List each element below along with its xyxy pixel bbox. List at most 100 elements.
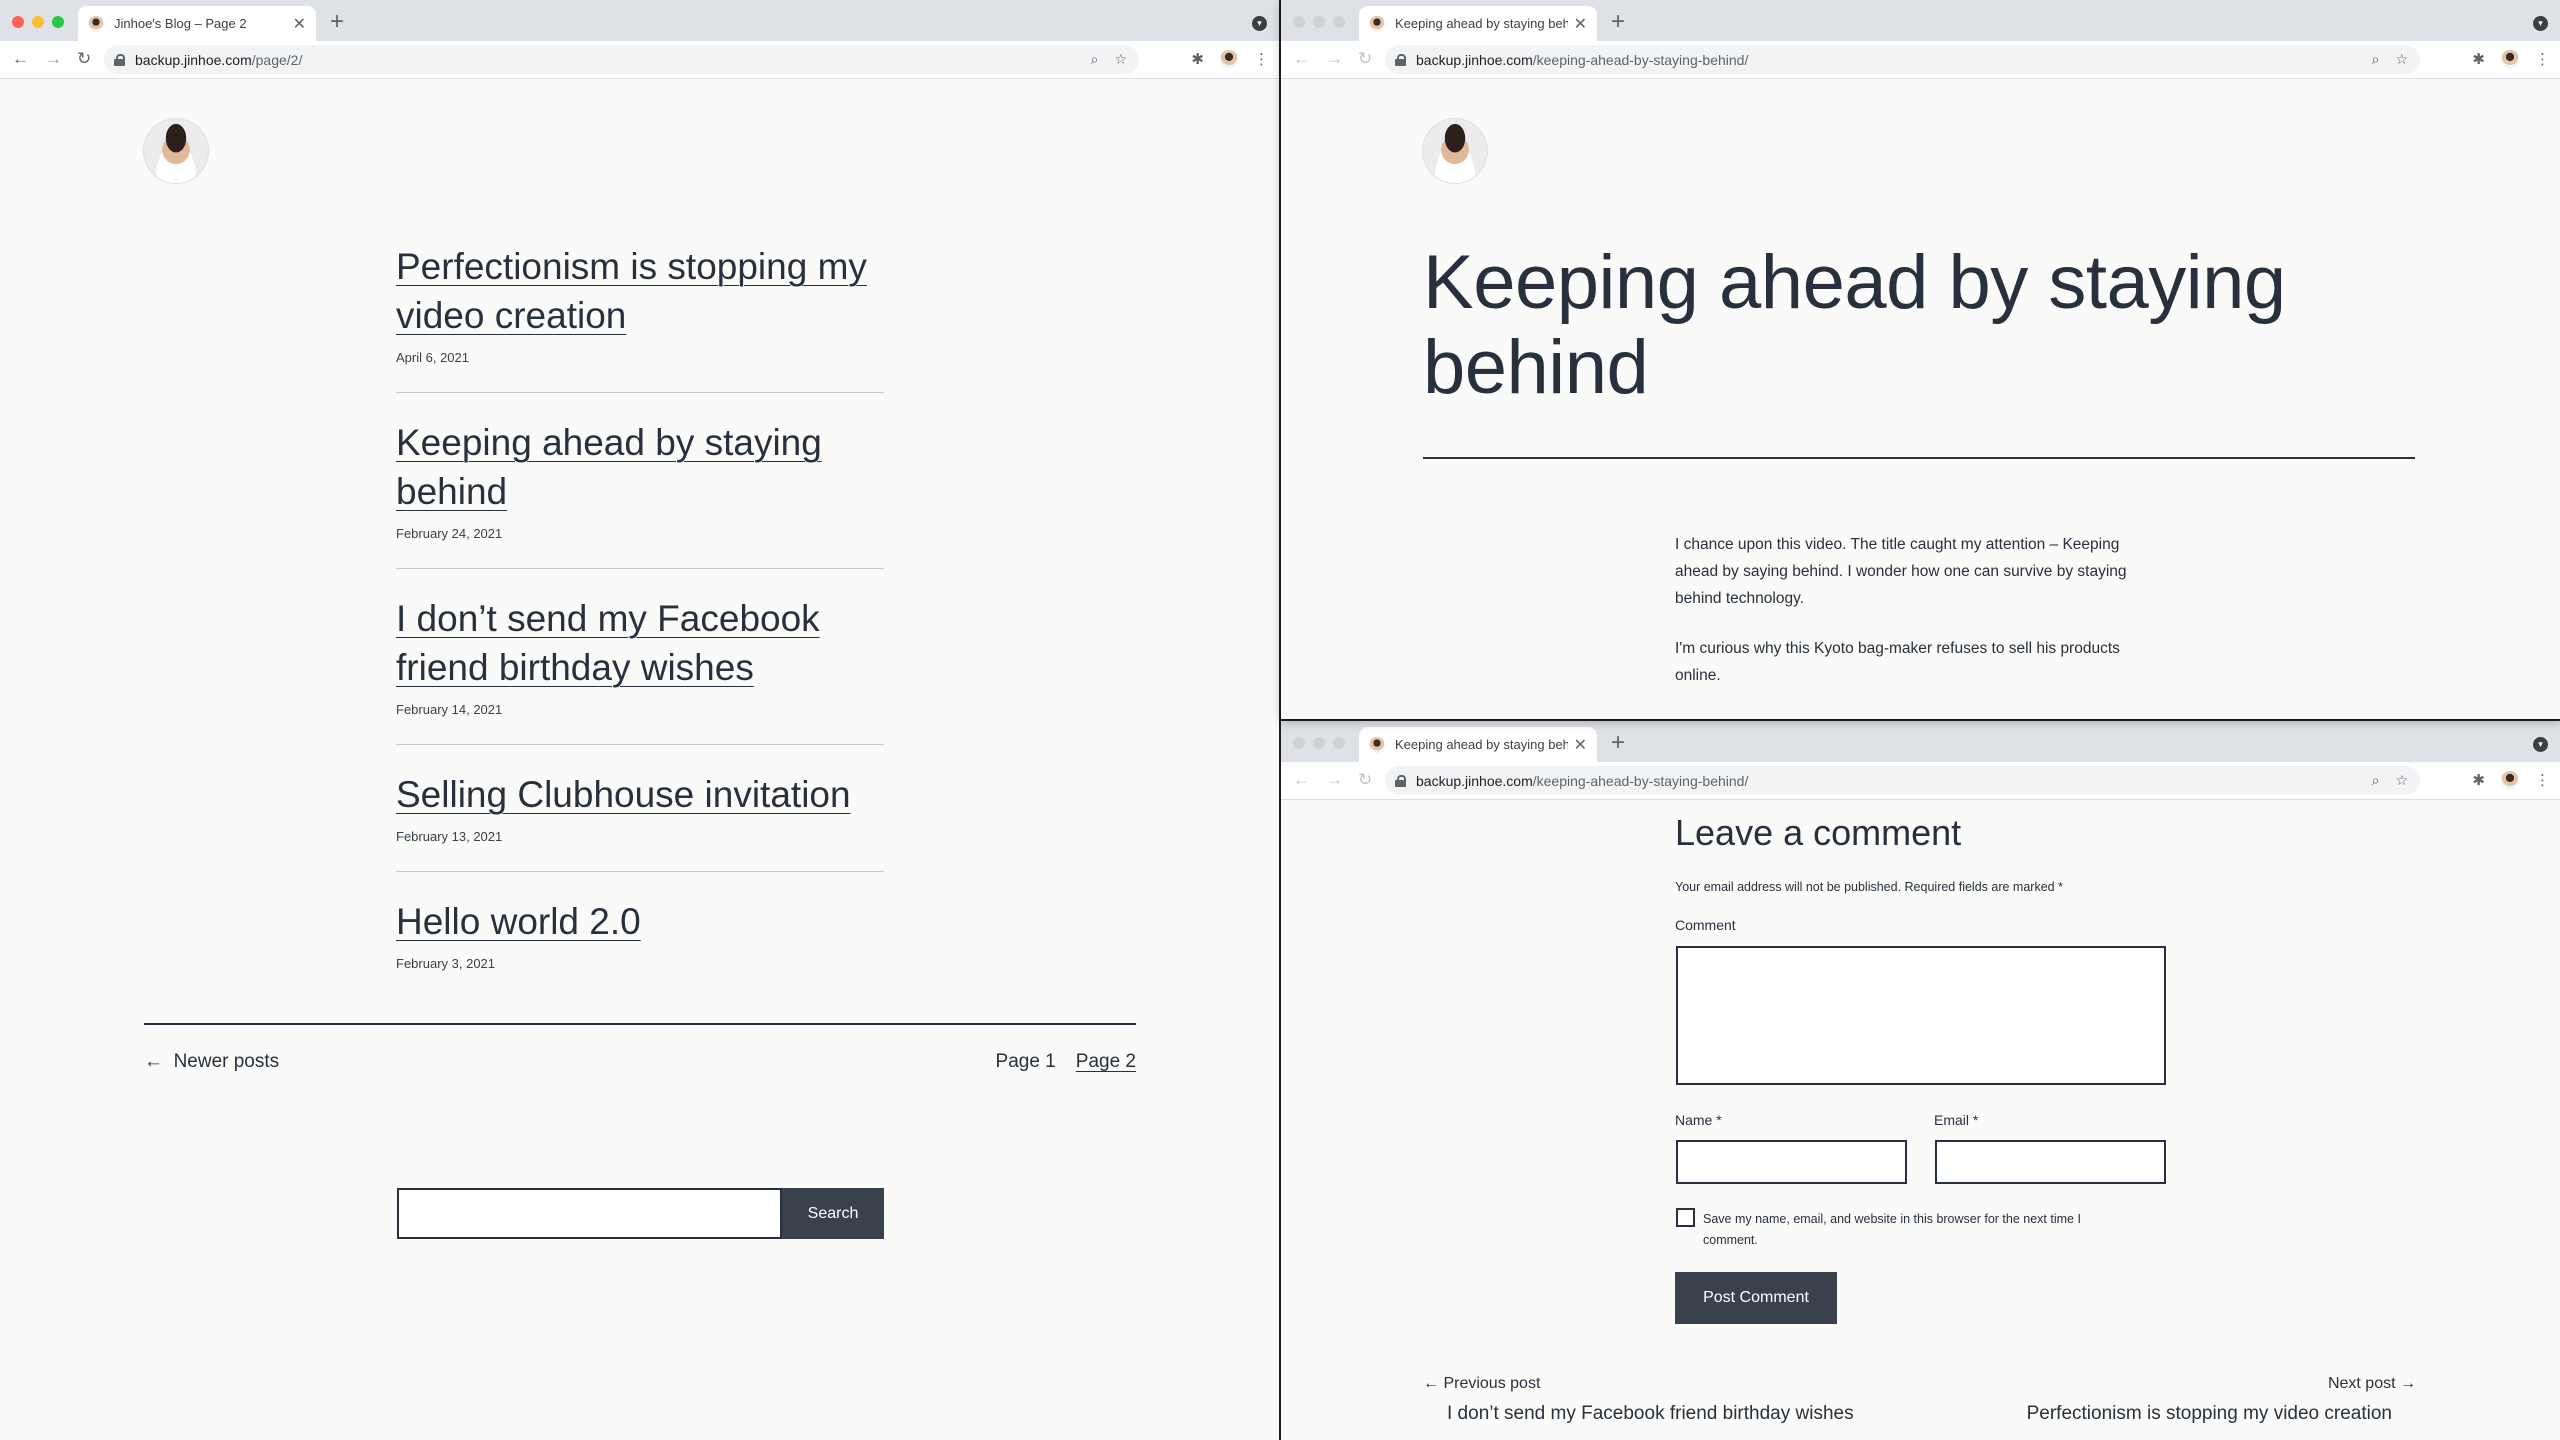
new-tab-icon[interactable]: + [1611,729,1625,757]
previous-post-link[interactable]: I don’t send my Facebook friend birthday… [1447,1403,1854,1425]
tab-strip: Keeping ahead by staying beh ✕ + ▾ [1281,0,2560,41]
forward-icon[interactable]: → [1326,770,1343,790]
tab-search-icon[interactable]: ▾ [2533,737,2548,752]
bookmark-star-icon[interactable]: ☆ [1114,51,1127,68]
close-window-button[interactable] [12,16,24,28]
tab-title: Keeping ahead by staying beh [1395,737,1568,752]
page-content: Keeping ahead by staying behind I chance … [1281,79,2560,719]
zoom-icon[interactable]: ⌕ [1091,51,1099,68]
address-bar[interactable]: backup.jinhoe.com/keeping-ahead-by-stayi… [1385,766,2420,795]
minimize-window-button[interactable] [1313,16,1325,28]
zoom-window-button[interactable] [1333,16,1345,28]
post-title: Keeping ahead by staying behind [1423,240,2286,410]
post-comment-button[interactable]: Post Comment [1675,1272,1837,1324]
zoom-window-button[interactable] [52,16,64,28]
profile-avatar-icon[interactable] [1220,50,1238,68]
zoom-icon[interactable]: ⌕ [2372,772,2380,789]
save-info-checkbox[interactable] [1676,1208,1695,1227]
comment-textarea[interactable] [1676,946,2166,1085]
extensions-icon[interactable]: ✱ [2472,771,2485,789]
menu-icon[interactable]: ⋮ [2535,50,2550,68]
post-title-link[interactable]: Hello world 2.0 [396,897,884,946]
lock-icon [114,53,125,66]
post-date: February 24, 2021 [396,526,503,541]
zoom-icon[interactable]: ⌕ [2372,51,2380,68]
profile-avatar-icon[interactable] [2501,50,2519,68]
url-host: backup.jinhoe.com [1416,51,1533,68]
pagination: Page 1 Page 2 [996,1051,1136,1073]
post-title-link[interactable]: Perfectionism is stopping my video creati… [396,242,884,340]
address-bar[interactable]: backup.jinhoe.com/page/2/ ⌕ ☆ [104,45,1139,74]
url-path: /keeping-ahead-by-staying-behind/ [1532,772,1749,789]
save-info-label: Save my name, email, and website in this… [1703,1212,2081,1247]
arrow-right-icon: → [2395,1375,2416,1392]
reload-icon[interactable]: ↻ [77,49,91,69]
leave-comment-heading: Leave a comment [1675,812,1962,853]
close-tab-icon[interactable]: ✕ [293,14,306,34]
reload-icon[interactable]: ↻ [1358,770,1372,790]
tab-search-icon[interactable]: ▾ [2533,16,2548,31]
divider [396,568,884,569]
title-divider [1423,457,2415,459]
forward-icon[interactable]: → [45,49,62,69]
close-tab-icon[interactable]: ✕ [1574,14,1587,34]
post-title-link[interactable]: I don’t send my Facebook friend birthday … [396,594,884,692]
tab-active[interactable]: Jinhoe's Blog – Page 2 ✕ [78,6,316,41]
page-content: Perfectionism is stopping my video creati… [0,79,1279,1440]
minimize-window-button[interactable] [1313,737,1325,749]
tab-title: Jinhoe's Blog – Page 2 [114,16,247,31]
zoom-window-button[interactable] [1333,737,1345,749]
arrow-left-icon: ← [1423,1375,1444,1392]
page-1-link[interactable]: Page 1 [996,1051,1056,1073]
email-field[interactable] [1935,1140,2166,1184]
post-date: April 6, 2021 [396,350,469,365]
reload-icon[interactable]: ↻ [1358,49,1372,69]
new-tab-icon[interactable]: + [330,8,344,36]
close-window-button[interactable] [1293,16,1305,28]
browser-toolbar: ← → ↻ backup.jinhoe.com/page/2/ ⌕ ☆ ✱ ⋮ [0,41,1279,79]
divider [396,744,884,745]
window-controls [1293,737,1345,749]
site-favicon-icon [1369,15,1385,32]
window-controls [12,16,64,28]
browser-toolbar: ← → ↻ backup.jinhoe.com/keeping-ahead-by… [1281,41,2560,79]
menu-icon[interactable]: ⋮ [1254,50,1269,68]
extensions-icon[interactable]: ✱ [2472,50,2485,68]
name-field[interactable] [1676,1140,1907,1184]
previous-post-label[interactable]: ← Previous post [1423,1375,1540,1393]
post-title-link[interactable]: Selling Clubhouse invitation [396,770,884,819]
forward-icon[interactable]: → [1326,49,1343,69]
menu-icon[interactable]: ⋮ [2535,771,2550,789]
name-label: Name * [1675,1112,1722,1128]
post-date: February 13, 2021 [396,829,503,844]
tab-active[interactable]: Keeping ahead by staying beh ✕ [1359,727,1597,762]
post-item: Keeping ahead by staying behind February … [396,418,884,541]
site-logo-avatar[interactable] [144,119,208,183]
close-tab-icon[interactable]: ✕ [1574,735,1587,755]
back-icon[interactable]: ← [1293,49,1310,69]
lock-icon [1395,774,1406,787]
back-icon[interactable]: ← [12,49,29,69]
tab-search-icon[interactable]: ▾ [1252,16,1267,31]
profile-avatar-icon[interactable] [2501,771,2519,789]
minimize-window-button[interactable] [32,16,44,28]
new-tab-icon[interactable]: + [1611,8,1625,36]
post-title-link[interactable]: Keeping ahead by staying behind [396,418,884,516]
address-bar[interactable]: backup.jinhoe.com/keeping-ahead-by-stayi… [1385,45,2420,74]
site-logo-avatar[interactable] [1423,119,1487,183]
search-button[interactable]: Search [782,1188,884,1239]
bookmark-star-icon[interactable]: ☆ [2395,772,2408,789]
search-input[interactable] [397,1188,782,1239]
window-controls [1293,16,1345,28]
tab-active[interactable]: Keeping ahead by staying beh ✕ [1359,6,1597,41]
browser-window-bottom-right: Keeping ahead by staying beh ✕ + ▾ ← → ↻… [1281,721,2560,1440]
url-host: backup.jinhoe.com [1416,772,1533,789]
url-path: /page/2/ [251,51,303,68]
back-icon[interactable]: ← [1293,770,1310,790]
next-post-link[interactable]: Perfectionism is stopping my video creat… [2027,1403,2392,1425]
bookmark-star-icon[interactable]: ☆ [2395,51,2408,68]
extensions-icon[interactable]: ✱ [1191,50,1204,68]
newer-posts-link[interactable]: ← Newer posts [144,1051,279,1073]
close-window-button[interactable] [1293,737,1305,749]
next-post-label[interactable]: Next post → [2328,1375,2416,1393]
